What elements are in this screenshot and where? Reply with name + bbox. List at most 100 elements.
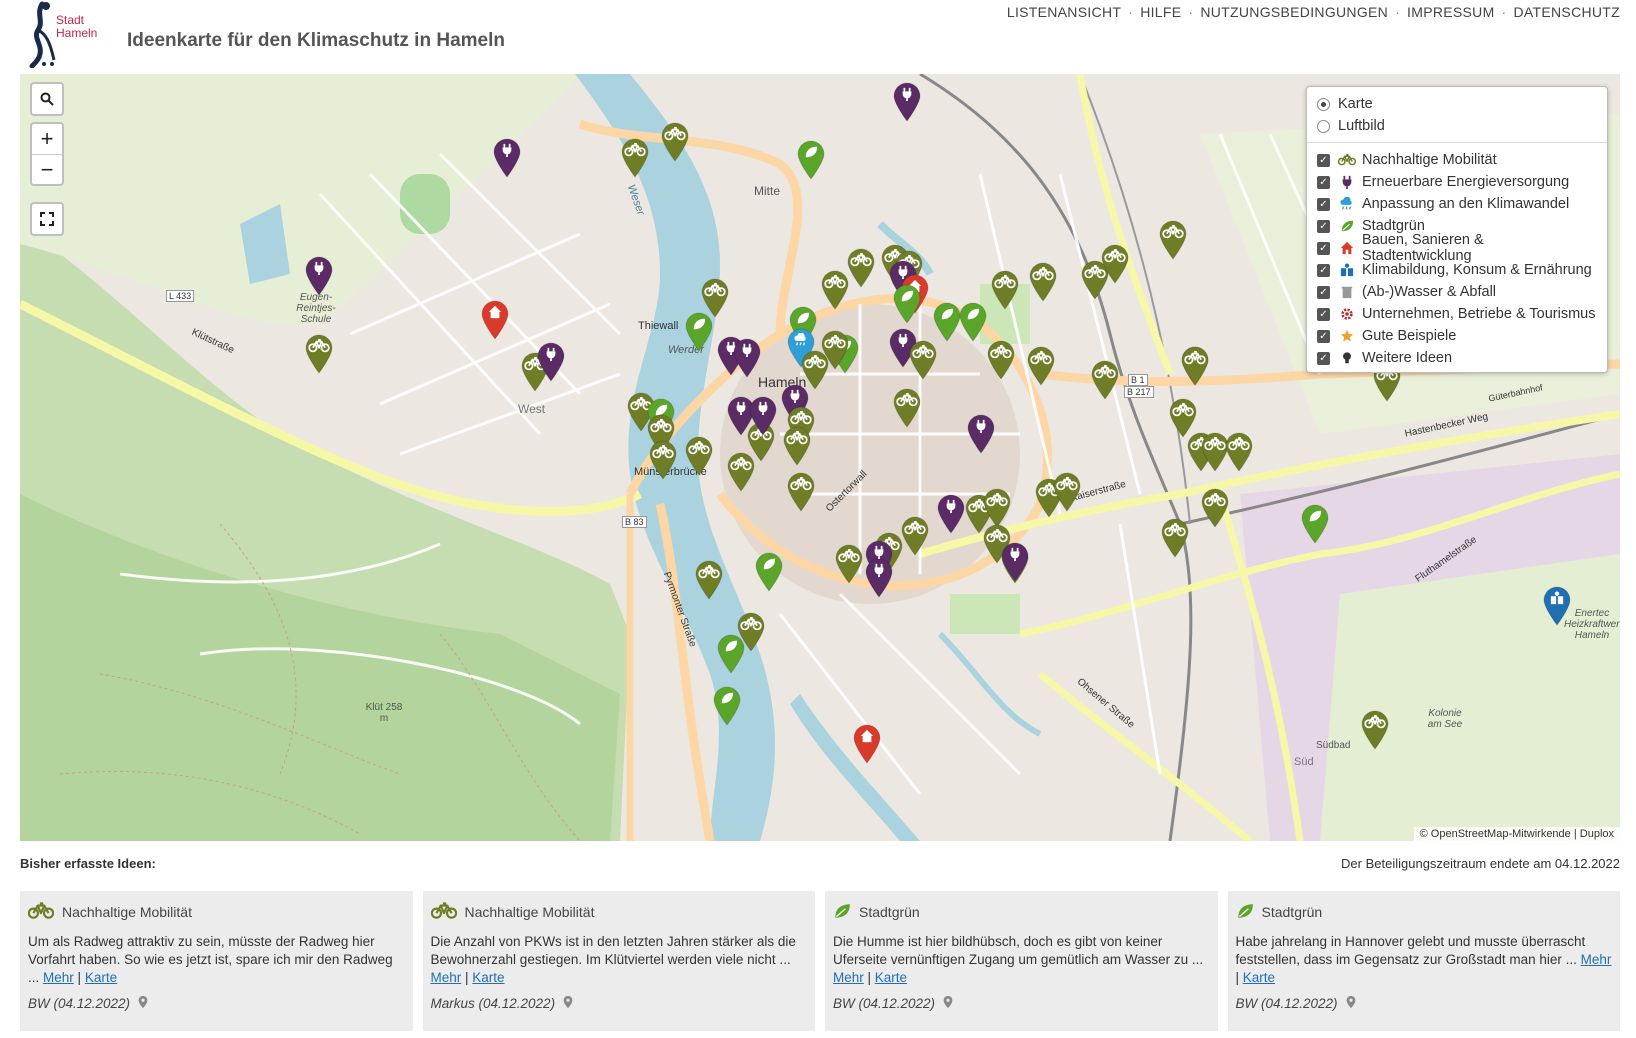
overlay-checkbox[interactable]: ✓ bbox=[1317, 241, 1330, 255]
nav-hilfe[interactable]: HILFE bbox=[1140, 4, 1181, 20]
overlay-checkbox[interactable]: ✓ bbox=[1317, 351, 1330, 365]
house-icon bbox=[480, 305, 510, 319]
overlay-item[interactable]: ✓ (Ab-)Wasser & Abfall bbox=[1317, 281, 1597, 303]
idea-marker[interactable] bbox=[796, 140, 826, 180]
radio-luftbild[interactable] bbox=[1317, 119, 1330, 133]
idea-marker[interactable] bbox=[684, 436, 714, 476]
idea-marker[interactable] bbox=[864, 558, 894, 598]
overlay-checkbox[interactable]: ✓ bbox=[1317, 197, 1330, 211]
nav-nutzungsbedingungen[interactable]: NUTZUNGSBEDINGUNGEN bbox=[1200, 4, 1388, 20]
bicycle-icon bbox=[900, 521, 930, 535]
idea-marker[interactable] bbox=[694, 560, 724, 600]
card-map-link[interactable]: Karte bbox=[85, 970, 117, 985]
map-pin-icon[interactable] bbox=[941, 995, 955, 1012]
card-map-link[interactable]: Karte bbox=[875, 970, 907, 985]
overlay-checkbox[interactable]: ✓ bbox=[1317, 285, 1330, 299]
idea-marker[interactable] bbox=[1542, 586, 1572, 626]
zoom-out-button[interactable]: − bbox=[32, 154, 62, 184]
idea-marker[interactable] bbox=[492, 138, 522, 178]
idea-marker[interactable] bbox=[820, 270, 850, 310]
idea-marker[interactable] bbox=[1160, 518, 1190, 558]
nav-listenansicht[interactable]: LISTENANSICHT bbox=[1007, 4, 1121, 20]
idea-marker[interactable] bbox=[982, 488, 1012, 528]
overlay-item[interactable]: ✓ Klimabildung, Konsum & Ernährung bbox=[1317, 259, 1597, 281]
overlay-checkbox[interactable]: ✓ bbox=[1317, 219, 1330, 233]
idea-marker[interactable] bbox=[648, 440, 678, 480]
card-map-link[interactable]: Karte bbox=[472, 970, 504, 985]
idea-marker[interactable] bbox=[846, 248, 876, 288]
idea-marker[interactable] bbox=[892, 388, 922, 428]
card-map-link[interactable]: Karte bbox=[1243, 970, 1275, 985]
stadt-hameln-logo[interactable]: Stadt Hameln bbox=[28, 0, 110, 69]
idea-marker[interactable] bbox=[834, 544, 864, 584]
idea-marker[interactable] bbox=[1180, 346, 1210, 386]
nav-datenschutz[interactable]: DATENSCHUTZ bbox=[1514, 4, 1620, 20]
card-more-link[interactable]: Mehr bbox=[43, 970, 74, 985]
idea-marker[interactable] bbox=[1028, 262, 1058, 302]
overlay-checkbox[interactable]: ✓ bbox=[1317, 307, 1330, 321]
idea-marker[interactable] bbox=[1100, 244, 1130, 284]
idea-marker[interactable] bbox=[1052, 472, 1082, 512]
idea-marker[interactable] bbox=[1224, 432, 1254, 472]
idea-marker[interactable] bbox=[1090, 360, 1120, 400]
idea-marker[interactable] bbox=[820, 330, 850, 370]
idea-marker[interactable] bbox=[754, 552, 784, 592]
idea-marker[interactable] bbox=[900, 516, 930, 556]
nav-impressum[interactable]: IMPRESSUM bbox=[1407, 4, 1495, 20]
idea-marker[interactable] bbox=[958, 302, 988, 342]
idea-marker[interactable] bbox=[684, 312, 714, 352]
overlay-item[interactable]: ✓ Erneuerbare Energieversorgung bbox=[1317, 171, 1597, 193]
idea-marker[interactable] bbox=[892, 82, 922, 122]
idea-marker[interactable] bbox=[892, 284, 922, 324]
idea-marker[interactable] bbox=[1000, 542, 1030, 582]
overlay-item[interactable]: ✓ Anpassung an den Klimawandel bbox=[1317, 193, 1597, 215]
overlay-checkbox[interactable]: ✓ bbox=[1317, 153, 1330, 167]
layer-divider bbox=[1307, 142, 1607, 143]
idea-marker[interactable] bbox=[732, 338, 762, 378]
idea-marker[interactable] bbox=[1300, 504, 1330, 544]
idea-marker[interactable] bbox=[908, 340, 938, 380]
overlay-checkbox[interactable]: ✓ bbox=[1317, 175, 1330, 189]
idea-map[interactable]: Mitte Hameln West Thiewall Werder Münste… bbox=[20, 74, 1620, 841]
base-layer-luftbild[interactable]: Luftbild bbox=[1317, 115, 1597, 137]
idea-marker[interactable] bbox=[990, 270, 1020, 310]
overlay-checkbox[interactable]: ✓ bbox=[1317, 263, 1330, 277]
map-pin-icon[interactable] bbox=[561, 995, 575, 1012]
card-more-link[interactable]: Mehr bbox=[1581, 952, 1612, 967]
map-pin-icon[interactable] bbox=[1344, 995, 1358, 1012]
fullscreen-button[interactable] bbox=[32, 204, 62, 234]
idea-marker[interactable] bbox=[986, 340, 1016, 380]
idea-marker[interactable] bbox=[480, 300, 510, 340]
idea-marker[interactable] bbox=[748, 396, 778, 436]
idea-marker[interactable] bbox=[716, 634, 746, 674]
idea-marker[interactable] bbox=[936, 494, 966, 534]
idea-marker[interactable] bbox=[1360, 710, 1390, 750]
idea-marker[interactable] bbox=[966, 414, 996, 454]
idea-marker[interactable] bbox=[536, 342, 566, 382]
search-button[interactable] bbox=[32, 84, 62, 114]
map-attribution[interactable]: © OpenStreetMap-Mitwirkende | Duplox bbox=[1413, 827, 1620, 841]
overlay-item[interactable]: ✓ Weitere Ideen bbox=[1317, 347, 1597, 369]
idea-marker[interactable] bbox=[620, 138, 650, 178]
idea-marker[interactable] bbox=[1026, 346, 1056, 386]
overlay-item[interactable]: ✓ Gute Beispiele bbox=[1317, 325, 1597, 347]
idea-marker[interactable] bbox=[660, 122, 690, 162]
idea-marker[interactable] bbox=[1200, 488, 1230, 528]
overlay-item[interactable]: ✓ Unternehmen, Betriebe & Tourismus bbox=[1317, 303, 1597, 325]
map-pin-icon[interactable] bbox=[136, 995, 150, 1012]
zoom-in-button[interactable]: + bbox=[32, 124, 62, 154]
idea-marker[interactable] bbox=[852, 724, 882, 764]
idea-marker[interactable] bbox=[304, 334, 334, 374]
idea-marker[interactable] bbox=[1158, 220, 1188, 260]
overlay-item[interactable]: ✓ Nachhaltige Mobilität bbox=[1317, 149, 1597, 171]
idea-marker[interactable] bbox=[786, 472, 816, 512]
base-layer-karte[interactable]: Karte bbox=[1317, 93, 1597, 115]
idea-marker[interactable] bbox=[782, 426, 812, 466]
idea-marker[interactable] bbox=[304, 256, 334, 296]
card-more-link[interactable]: Mehr bbox=[431, 970, 462, 985]
idea-marker[interactable] bbox=[712, 686, 742, 726]
overlay-item[interactable]: ✓ Bauen, Sanieren & Stadtentwicklung bbox=[1317, 232, 1597, 264]
overlay-checkbox[interactable]: ✓ bbox=[1317, 329, 1330, 343]
card-more-link[interactable]: Mehr bbox=[833, 970, 864, 985]
radio-karte[interactable] bbox=[1317, 97, 1330, 111]
